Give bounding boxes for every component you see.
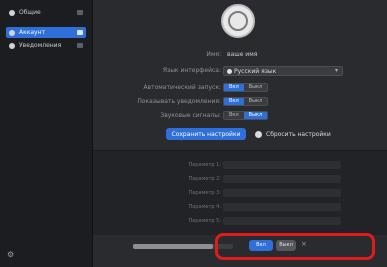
- disabled-settings-panel: Параметр 1: Параметр 2: Параметр 3: Пара…: [93, 150, 387, 235]
- gear-icon[interactable]: ⚙: [7, 250, 14, 259]
- name-row: Имя: ваше имя: [93, 50, 387, 60]
- sidebar-item-label: Общие: [19, 9, 41, 16]
- reset-settings-label: Сбросить настройки: [266, 130, 331, 138]
- sidebar-item-account[interactable]: Аккаунт: [6, 27, 86, 38]
- toggle-off[interactable]: Выкл: [243, 84, 268, 91]
- avatar[interactable]: [221, 4, 255, 38]
- dim-row: Параметр 2:: [93, 175, 387, 184]
- badge-icon: [77, 10, 83, 15]
- dim-field: [223, 175, 341, 183]
- dim-row: Параметр 4:: [93, 203, 387, 212]
- autostart-toggle[interactable]: Вкл Выкл: [223, 83, 269, 92]
- dim-field: [223, 189, 341, 197]
- dim-label: Параметр 3:: [188, 190, 221, 196]
- sounds-row: Звуковые сигналы: Вкл Выкл: [93, 111, 387, 121]
- autostart-row: Автоматический запуск: Вкл Выкл: [93, 83, 387, 93]
- notifications-row: Показывать уведомления: Вкл Выкл: [93, 97, 387, 107]
- language-label: Язык интерфейса:: [162, 67, 221, 74]
- name-value[interactable]: ваше имя: [227, 51, 257, 58]
- sidebar-item-label: Аккаунт: [19, 29, 45, 36]
- dim-row: Параметр 5:: [93, 217, 387, 226]
- chevron-down-icon: ▾: [334, 67, 338, 74]
- dim-field: [223, 217, 341, 225]
- globe-icon: [227, 69, 232, 74]
- sidebar-item-general[interactable]: Общие: [6, 7, 86, 18]
- account-icon: [9, 29, 15, 36]
- dim-label: Параметр 2:: [188, 176, 221, 182]
- sounds-label: Звуковые сигналы:: [160, 112, 221, 119]
- sounds-toggle[interactable]: Вкл Выкл: [223, 111, 269, 120]
- dim-label: Параметр 5:: [188, 218, 221, 224]
- sidebar-item-notifications[interactable]: Уведомления: [6, 40, 86, 51]
- toggle-on[interactable]: Вкл: [224, 98, 244, 105]
- badge-icon: [77, 43, 83, 48]
- dim-row: Параметр 3:: [93, 189, 387, 198]
- dim-field: [223, 161, 341, 169]
- reset-icon: [255, 130, 262, 138]
- dim-label: Параметр 1:: [188, 162, 221, 168]
- name-label: Имя:: [206, 51, 221, 58]
- language-value: Русский язык: [234, 68, 277, 75]
- notifications-toggle[interactable]: Вкл Выкл: [223, 97, 269, 106]
- toggle-on[interactable]: Вкл: [224, 84, 244, 91]
- language-select[interactable]: Русский язык ▾: [223, 66, 343, 76]
- language-row: Язык интерфейса: Русский язык ▾: [93, 66, 387, 76]
- badge-icon: [77, 30, 83, 35]
- toggle-on[interactable]: Вкл: [224, 112, 244, 119]
- notifications-icon: [9, 42, 15, 49]
- dim-row: Параметр 1:: [93, 161, 387, 170]
- dim-field: [223, 203, 341, 211]
- dim-label: Параметр 4:: [188, 204, 221, 210]
- highlight-frame: [215, 233, 375, 260]
- save-settings-button[interactable]: Сохранить настройки: [166, 128, 246, 140]
- toggle-off[interactable]: Выкл: [243, 112, 268, 119]
- reset-settings-button[interactable]: Сбросить настройки: [255, 128, 331, 140]
- progress-fill: [133, 244, 213, 249]
- autostart-label: Автоматический запуск:: [143, 84, 221, 91]
- settings-panel: Имя: ваше имя Язык интерфейса: Русский я…: [93, 0, 387, 267]
- sidebar: Общие Аккаунт Уведомления ⚙: [0, 0, 93, 267]
- sidebar-item-label: Уведомления: [19, 42, 62, 49]
- notifications-label: Показывать уведомления:: [137, 98, 221, 105]
- general-icon: [9, 9, 15, 16]
- toggle-off[interactable]: Выкл: [243, 98, 268, 105]
